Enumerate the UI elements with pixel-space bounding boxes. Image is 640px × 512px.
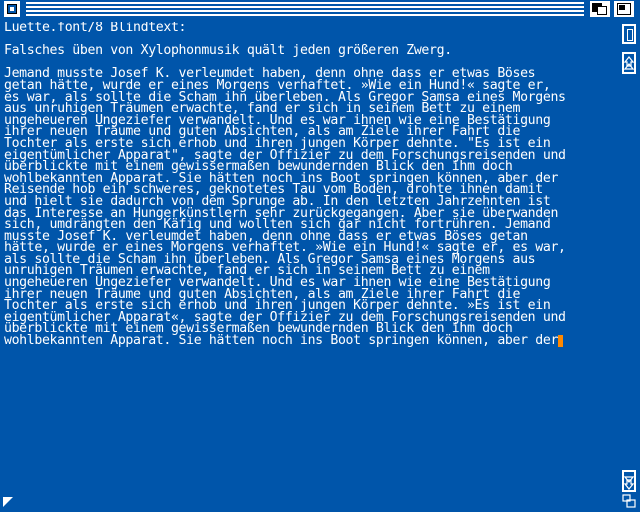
text-cursor: [558, 335, 564, 348]
text-line: Falsches üben von Xylophonmusik quält je…: [4, 43, 612, 59]
close-icon[interactable]: [4, 1, 20, 17]
text-line-content: wohlbekannten Apparat. Sie hätten noch i…: [4, 333, 559, 349]
arrow-up-icon[interactable]: [622, 52, 636, 74]
text-line: wohlbekannten Apparat. Sie hätten noch i…: [4, 333, 612, 349]
vertical-scrollbar[interactable]: [620, 22, 638, 468]
scroll-knob[interactable]: [622, 24, 636, 44]
text-line-content: Falsches üben von Xylophonmusik quält je…: [4, 43, 452, 59]
arrow-down-icon[interactable]: [622, 470, 636, 492]
zoom-icon[interactable]: [614, 1, 634, 17]
resize-icon[interactable]: [0, 494, 18, 512]
window-title-bar[interactable]: [0, 0, 640, 20]
text-editor-area[interactable]: Luette.font/8 Blindtext: Falsches üben vo…: [4, 22, 612, 498]
size-icon[interactable]: [622, 494, 636, 508]
text-line-content: Luette.font/8 Blindtext:: [4, 22, 187, 35]
title-bar-drag-area[interactable]: [26, 2, 584, 16]
depth-icon[interactable]: [590, 1, 610, 17]
text-line: Luette.font/8 Blindtext:: [4, 22, 612, 34]
